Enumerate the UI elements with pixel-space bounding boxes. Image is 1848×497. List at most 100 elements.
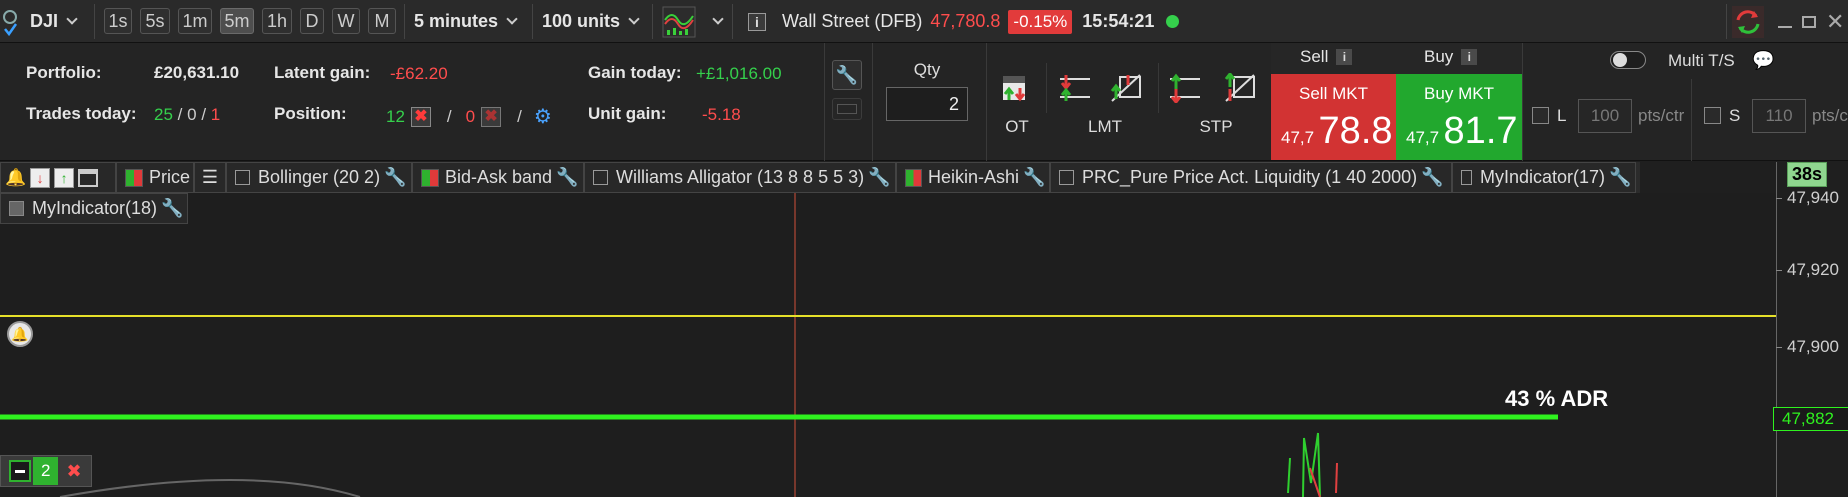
sell-mkt-label: Sell MKT (1299, 84, 1368, 103)
info-icon[interactable]: i (748, 0, 766, 43)
y-tick-label: 47,900 (1787, 337, 1839, 356)
bell-icon[interactable]: 🔔 (5, 168, 26, 188)
ot-order-icon[interactable] (1000, 73, 1034, 108)
timeframe-5s[interactable]: 5s (140, 8, 170, 34)
chart-type-button[interactable] (662, 0, 696, 43)
indicator-label: Williams Alligator (13 8 8 5 5 3) (616, 167, 865, 187)
keyboard-icon[interactable] (832, 98, 862, 120)
wrench-icon[interactable]: 🔧 (832, 60, 862, 90)
wrench-icon[interactable]: 🔧 (1609, 167, 1631, 188)
long-pts-input[interactable]: 100 (1578, 99, 1632, 133)
wrench-icon[interactable]: 🔧 (384, 167, 406, 188)
portfolio-label: Portfolio: (26, 63, 102, 82)
chat-bubble-icon[interactable]: 💬 (1752, 50, 1774, 71)
indicator-label: MyIndicator(17) (1479, 167, 1605, 187)
wrench-icon[interactable]: 🔧 (1421, 167, 1443, 188)
timeframe-1m[interactable]: 1m (178, 8, 212, 34)
interval-selector[interactable]: 5 minutes (414, 0, 518, 43)
tick-mark (1776, 347, 1782, 348)
tick-mark (1776, 198, 1782, 199)
indicator-bollinger[interactable]: Bollinger (20 2) 🔧 (226, 162, 412, 193)
indicator-checkbox[interactable] (235, 170, 250, 185)
indicator-heikin[interactable]: Heikin-Ashi 🔧 (896, 162, 1050, 193)
app-status-icon[interactable] (2, 0, 18, 43)
color-swatch (125, 168, 143, 187)
change-badge: -0.15% (1008, 9, 1073, 34)
separator: / (446, 106, 452, 126)
indicator-label: Bollinger (20 2) (258, 167, 381, 187)
chart-type-dropdown[interactable] (704, 0, 724, 43)
divider (94, 4, 95, 39)
wrench-icon[interactable]: 🔧 (556, 167, 578, 188)
divider (1691, 79, 1692, 161)
indicator-price[interactable]: Price (116, 162, 194, 193)
chart-canvas (0, 193, 1776, 497)
qty-input[interactable]: 2 (886, 87, 968, 121)
timeframe-d[interactable]: D (300, 8, 324, 34)
indicator-myindicator-17[interactable]: MyIndicator(17) 🔧 (1452, 162, 1636, 193)
indicator-checkbox[interactable] (1461, 170, 1472, 185)
market-name: Wall Street (DFB) (782, 11, 923, 31)
limit-buy-icon[interactable] (1108, 73, 1142, 108)
indicator-myindicator-18[interactable]: MyIndicator(18) 🔧 (0, 193, 188, 224)
tick-mark (1776, 270, 1782, 271)
wrench-icon[interactable]: 🔧 (1023, 167, 1045, 188)
long-label: L (1557, 106, 1567, 125)
indicator-prc[interactable]: PRC_Pure Price Act. Liquidity (1 40 2000… (1050, 162, 1452, 193)
limit-sell-icon[interactable] (1058, 73, 1092, 108)
buy-price-prefix: 47,7 (1406, 128, 1440, 147)
indicator-checkbox[interactable] (9, 201, 24, 216)
trades-today-values: 25 / 0 / 1 (154, 105, 220, 125)
price-axis[interactable]: 38s 47,940 47,920 47,900 47,882 (1773, 162, 1848, 497)
stop-sell-icon[interactable] (1168, 73, 1202, 108)
position-short: 0 (465, 106, 476, 126)
timeframe-w[interactable]: W (332, 8, 360, 34)
buy-market-button[interactable]: Buy MKT 47,7 81.7 (1396, 74, 1522, 160)
stop-buy-icon[interactable] (1222, 71, 1256, 108)
minimize-icon[interactable] (1778, 0, 1792, 43)
chart-area[interactable]: 🔔 43 % ADR 2 ✖ (0, 193, 1776, 497)
indicator-checkbox[interactable] (593, 170, 608, 185)
timeframe-5m[interactable]: 5m (220, 8, 254, 34)
multi-ts-toggle[interactable] (1610, 51, 1646, 69)
close-short-icon[interactable]: ✖ (481, 106, 502, 127)
download-icon[interactable]: ↓ (30, 167, 51, 188)
clock: 15:54:21 (1082, 11, 1155, 31)
maximize-icon[interactable] (1802, 0, 1816, 43)
indicator-label: PRC_Pure Price Act. Liquidity (1 40 2000… (1082, 167, 1418, 187)
indicator-bidask[interactable]: Bid-Ask band 🔧 (412, 162, 584, 193)
divider (732, 4, 733, 39)
indicator-williams[interactable]: Williams Alligator (13 8 8 5 5 3) 🔧 (584, 162, 896, 193)
close-long-icon[interactable]: ✖ (410, 106, 431, 127)
alert-bell-icon[interactable]: 🔔 (7, 321, 33, 347)
sell-market-button[interactable]: Sell MKT 47,7 78.8 (1271, 74, 1396, 160)
position-badge[interactable]: 2 ✖ (0, 455, 92, 487)
list-icon[interactable]: ☰ (194, 162, 226, 193)
wrench-icon[interactable]: 🔧 (868, 167, 890, 188)
swap-icon[interactable] (1732, 0, 1764, 43)
window-icon[interactable] (78, 168, 99, 187)
close-icon[interactable]: ✕ (1826, 0, 1844, 43)
indicator-label: Bid-Ask band (445, 167, 553, 187)
info-icon[interactable]: i (1461, 49, 1478, 65)
indicator-checkbox[interactable] (1059, 170, 1074, 185)
color-swatch (421, 168, 439, 187)
timeframe-1h[interactable]: 1h (262, 8, 292, 34)
wrench-icon[interactable]: 🔧 (161, 198, 183, 219)
minus-icon[interactable] (9, 460, 31, 482)
timeframe-m[interactable]: M (368, 8, 396, 34)
gear-icon[interactable]: ⚙ (534, 104, 552, 129)
buy-mkt-label: Buy MKT (1424, 84, 1494, 103)
stp-label: STP (1199, 117, 1233, 136)
divider (652, 4, 653, 39)
close-icon[interactable]: ✖ (66, 461, 81, 482)
instrument-selector[interactable]: DJI (30, 0, 78, 43)
timeframe-1s[interactable]: 1s (104, 8, 132, 34)
trades-losing: 1 (210, 105, 221, 124)
upload-icon[interactable]: ↑ (54, 167, 75, 188)
info-icon[interactable]: i (1336, 49, 1353, 65)
units-selector[interactable]: 100 units (542, 0, 640, 43)
short-checkbox[interactable] (1704, 107, 1721, 124)
long-checkbox[interactable] (1532, 107, 1549, 124)
short-pts-input[interactable]: 110 (1752, 99, 1806, 133)
